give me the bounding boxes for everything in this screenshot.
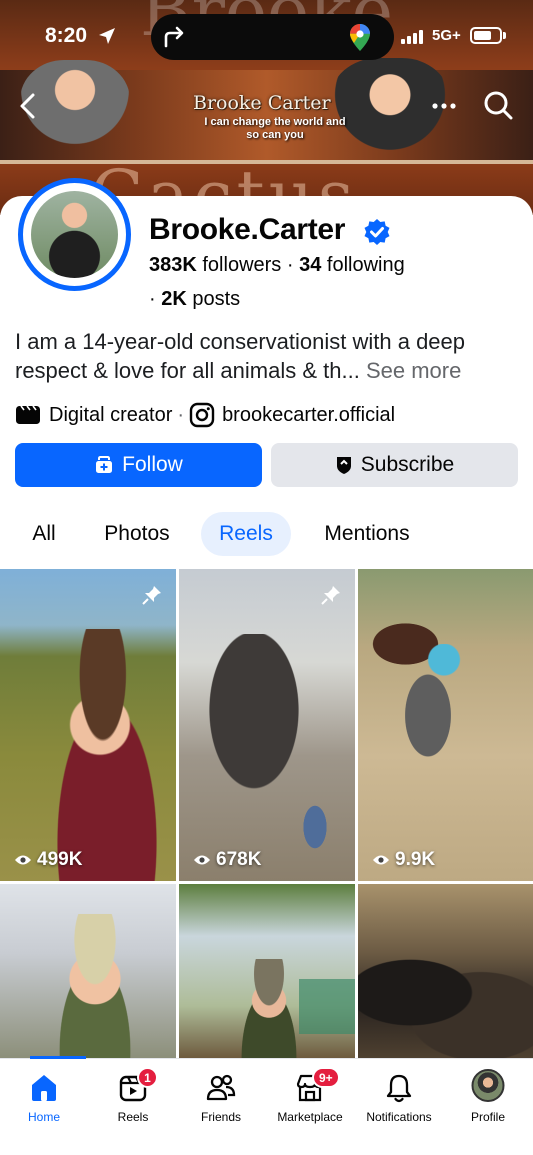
profile-avatar <box>31 191 118 278</box>
signal-icon <box>401 30 423 44</box>
nav-friends[interactable]: Friends <box>177 1059 265 1129</box>
status-time: 8:20 <box>45 24 88 47</box>
eye-icon <box>373 855 389 865</box>
eye-icon <box>15 855 31 865</box>
cover-person-right <box>330 58 450 163</box>
profile-name: Brooke.Carter <box>149 213 346 246</box>
pinned-icon <box>321 586 340 605</box>
reel-views: 9.9K <box>372 849 435 871</box>
profile-avatar <box>471 1069 505 1102</box>
marketplace-badge: 9+ <box>312 1067 340 1088</box>
tab-photos[interactable]: Photos <box>84 512 190 556</box>
tab-mentions[interactable]: Mentions <box>304 512 430 556</box>
cover-title: Brooke Carter <box>193 92 331 114</box>
creator-icon <box>16 405 40 424</box>
posts-label: posts <box>192 288 241 310</box>
nav-home-label: Home <box>27 1110 60 1124</box>
reel-tile[interactable]: 678K <box>179 569 355 881</box>
cover-subtitle: I can change the world and so can you <box>204 116 346 141</box>
tab-all[interactable]: All <box>14 512 74 556</box>
location-arrow-icon <box>99 28 115 44</box>
profile-tabs: All Photos Reels Mentions <box>0 512 533 558</box>
followers-label[interactable]: followers <box>202 254 281 276</box>
profile-bio: I am a 14-year-old conservationist with … <box>15 327 525 385</box>
reels-badge: 1 <box>137 1067 158 1088</box>
reel-tile[interactable]: 499K <box>0 569 176 881</box>
reel-thumbnail <box>40 914 150 1058</box>
tab-reels[interactable]: Reels <box>201 512 291 556</box>
profile-avatar-ring[interactable] <box>18 178 131 291</box>
bell-icon <box>386 1074 412 1103</box>
subscribe-shield-icon <box>336 457 351 474</box>
pinned-icon <box>142 586 161 605</box>
follow-icon <box>96 456 113 473</box>
follow-stats: 383K followers · 34 following <box>149 254 405 277</box>
reel-views-count: 678K <box>216 849 262 870</box>
battery-icon <box>470 27 502 44</box>
home-icon <box>32 1075 56 1101</box>
more-options-icon[interactable] <box>432 103 456 109</box>
follow-button[interactable]: Follow <box>15 443 262 487</box>
nav-reels-label: Reels <box>117 1110 149 1124</box>
nav-friends-label: Friends <box>200 1110 241 1124</box>
bottom-navigation: Home 1 Reels Friends 9+ Marketplace Noti… <box>0 1056 533 1155</box>
reel-tile[interactable] <box>179 884 355 1058</box>
search-icon[interactable] <box>483 90 513 120</box>
reel-tile[interactable]: 9.9K <box>358 569 533 881</box>
meta-separator: · <box>177 403 185 426</box>
follow-label: Follow <box>122 453 183 476</box>
following-label[interactable]: following <box>327 254 405 276</box>
network-type: 5G+ <box>432 27 461 44</box>
dynamic-island[interactable] <box>151 14 394 60</box>
reel-thumbnail <box>229 959 309 1058</box>
instagram-link[interactable]: brookecarter.official <box>222 404 395 427</box>
stats-separator: · <box>286 254 294 276</box>
nav-marketplace-label: Marketplace <box>277 1110 343 1124</box>
profile-category: Digital creator <box>49 403 173 426</box>
reel-thumbnail <box>30 629 170 881</box>
reel-views: 678K <box>193 849 261 871</box>
nav-marketplace[interactable]: 9+ Marketplace <box>266 1059 354 1129</box>
nav-notifications-label: Notifications <box>366 1110 432 1124</box>
back-arrow-icon[interactable] <box>17 92 39 120</box>
reel-views-count: 499K <box>37 849 83 870</box>
subscribe-label: Subscribe <box>360 453 455 476</box>
nav-notifications[interactable]: Notifications <box>355 1059 443 1129</box>
reel-thumbnail-person <box>388 644 468 774</box>
followers-count[interactable]: 383K <box>149 254 197 276</box>
posts-stat: · 2K posts <box>149 288 240 311</box>
stats-separator: · <box>149 288 156 310</box>
reel-thumbnail-child <box>297 794 333 849</box>
nav-home[interactable]: Home <box>0 1059 88 1129</box>
profile-details: Digital creator · brookecarter.official <box>15 402 395 428</box>
posts-count: 2K <box>161 288 187 310</box>
reel-views: 499K <box>14 849 82 871</box>
subscribe-button[interactable]: Subscribe <box>271 443 518 487</box>
battery-tip <box>503 32 506 39</box>
reel-tile[interactable] <box>358 884 533 1058</box>
nav-profile-label: Profile <box>470 1110 505 1124</box>
eye-icon <box>194 855 210 865</box>
nav-profile[interactable]: Profile <box>444 1059 532 1129</box>
reel-views-count: 9.9K <box>395 849 436 870</box>
see-more-link[interactable]: See more <box>366 358 461 383</box>
following-count[interactable]: 34 <box>299 254 321 276</box>
reel-tile[interactable] <box>0 884 176 1058</box>
friends-icon <box>206 1074 236 1101</box>
nav-reels[interactable]: 1 Reels <box>89 1059 177 1129</box>
maps-pin-icon <box>350 24 370 51</box>
instagram-icon <box>189 402 215 428</box>
reel-thumbnail <box>358 939 533 1058</box>
verified-badge-icon <box>364 219 390 245</box>
reel-thumbnail-fence <box>299 979 355 1034</box>
directions-icon <box>164 26 184 48</box>
